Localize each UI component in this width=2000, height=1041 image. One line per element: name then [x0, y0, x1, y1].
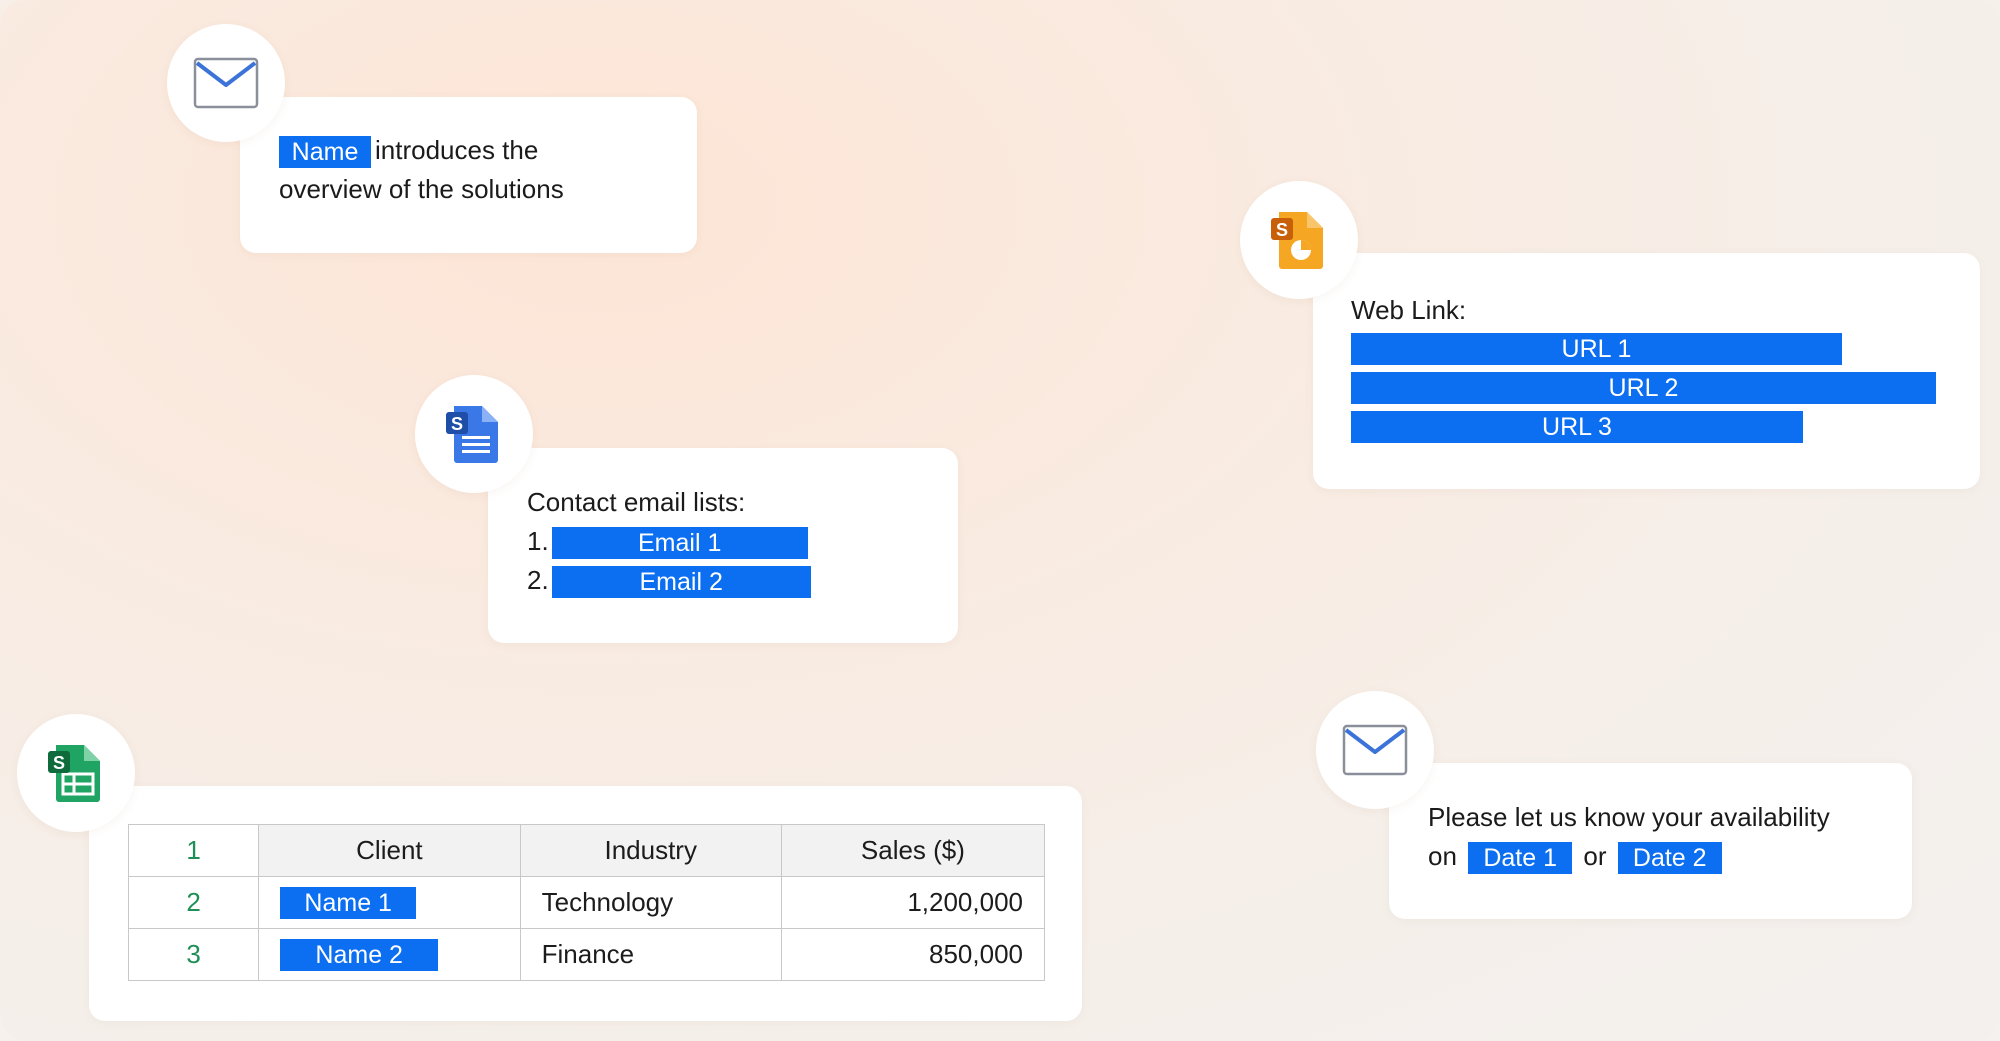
mail-icon — [193, 57, 259, 109]
intro-text-line2: overview of the solutions — [279, 174, 564, 204]
slides-badge: S — [1240, 181, 1358, 299]
name-2-chip[interactable]: Name 2 — [280, 939, 439, 972]
client-cell: Name 2 — [258, 928, 521, 981]
email-1-chip[interactable]: Email 1 — [551, 527, 808, 560]
web-link-card: Web Link: URL 1 URL 2 URL 3 — [1313, 253, 1980, 489]
contact-item-1: 1. Email 1 — [527, 522, 808, 561]
sheet-card: 1 Client Industry Sales ($) 2 Name 1 Tec… — [89, 786, 1082, 1021]
sheets-icon: S — [48, 745, 100, 802]
sales-cell: 1,200,000 — [780, 876, 1046, 929]
column-header-sales: Sales ($) — [780, 824, 1046, 877]
column-header-client: Client — [258, 824, 521, 877]
or-text: or — [1583, 841, 1607, 871]
slides-icon: S — [1271, 212, 1323, 269]
table-row: 2 Name 1 Technology 1,200,000 — [127, 876, 1046, 929]
on-text: on — [1428, 841, 1457, 871]
sheet-table: 1 Client Industry Sales ($) 2 Name 1 Tec… — [127, 824, 1046, 981]
date-1-chip[interactable]: Date 1 — [1468, 842, 1573, 875]
url-2-chip[interactable]: URL 2 — [1351, 372, 1936, 404]
mail-badge-bottom — [1316, 691, 1434, 809]
docs-icon: S — [446, 406, 498, 463]
docs-badge: S — [415, 375, 533, 493]
svg-text:S: S — [1276, 220, 1288, 240]
svg-text:S: S — [53, 753, 65, 773]
contact-list-card: Contact email lists: 1. Email 1 2. Email 2 — [488, 448, 958, 643]
row-number: 1 — [127, 824, 260, 877]
email-2-chip[interactable]: Email 2 — [551, 566, 811, 599]
column-header-industry: Industry — [519, 824, 782, 877]
svg-text:S: S — [451, 414, 463, 434]
industry-cell: Technology — [519, 876, 782, 929]
web-link-label: Web Link: — [1351, 295, 1467, 325]
name-1-chip[interactable]: Name 1 — [280, 887, 417, 920]
canvas: Name introduces the overview of the solut… — [0, 0, 2000, 1041]
name-placeholder-chip[interactable]: Name — [279, 136, 371, 169]
availability-card: Please let us know your availability on … — [1389, 763, 1912, 919]
mail-badge-top — [167, 24, 285, 142]
intro-card: Name introduces the overview of the solut… — [240, 97, 697, 253]
mail-icon — [1342, 724, 1408, 776]
availability-line2: on Date 1 or Date 2 — [1428, 837, 1722, 876]
sheets-badge: S — [17, 714, 135, 832]
industry-cell: Finance — [519, 928, 782, 981]
url-1-chip[interactable]: URL 1 — [1351, 333, 1842, 365]
contact-item-1-number: 1. — [527, 526, 549, 556]
row-number: 2 — [127, 876, 260, 929]
date-2-chip[interactable]: Date 2 — [1617, 842, 1722, 875]
client-cell: Name 1 — [258, 876, 521, 929]
sheet-header-row: 1 Client Industry Sales ($) — [127, 824, 1046, 877]
row-number: 3 — [127, 928, 260, 981]
sales-cell: 850,000 — [780, 928, 1046, 981]
availability-line1: Please let us know your availability — [1428, 802, 1830, 832]
intro-text-line1: introduces the — [375, 135, 539, 165]
url-3-chip[interactable]: URL 3 — [1351, 411, 1803, 443]
intro-text: Name introduces the — [279, 131, 538, 170]
contact-item-2: 2. Email 2 — [527, 561, 811, 600]
contact-item-2-number: 2. — [527, 565, 549, 595]
table-row: 3 Name 2 Finance 850,000 — [127, 928, 1046, 981]
contact-list-label: Contact email lists: — [527, 487, 746, 517]
